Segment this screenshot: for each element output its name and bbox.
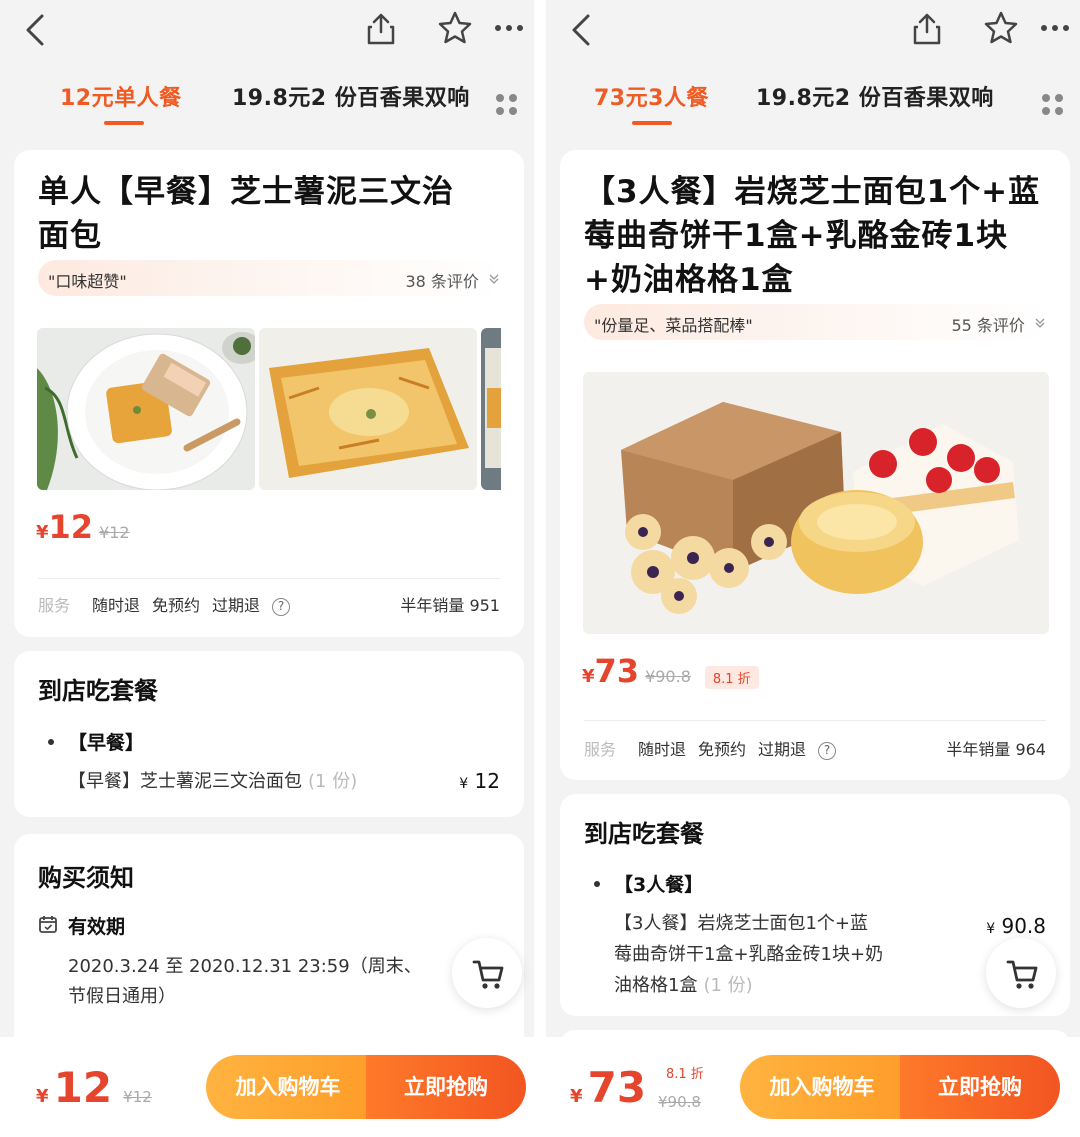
- review-count[interactable]: 55 条评价: [951, 312, 1046, 336]
- package-card: 到店吃套餐 【早餐】 【早餐】芝士薯泥三文治面包 (1 份) ¥ 12: [14, 651, 524, 817]
- currency-symbol: ¥: [36, 522, 49, 543]
- bottom-bar: ¥ 73 8.1 折 ¥90.8 加入购物车 立即抢购: [546, 1037, 1080, 1137]
- package-item-price: ¥ 90.8: [986, 914, 1046, 938]
- tab-single-meal[interactable]: 12元单人餐: [60, 80, 182, 112]
- service-expiry-refund: 过期退: [212, 596, 261, 615]
- divider: [584, 720, 1046, 721]
- share-icon[interactable]: [910, 12, 944, 46]
- validity-label: 有效期: [68, 916, 126, 938]
- more-icon[interactable]: [1038, 14, 1072, 42]
- review-strip[interactable]: "口味超赞" 38 条评价: [38, 260, 502, 296]
- cart-icon: [1006, 960, 1038, 989]
- chevron-down-icon: [489, 274, 499, 284]
- calendar-icon: [39, 916, 57, 933]
- validity-text: 2020.3.24 至 2020.12.31 23:59（周末、 节假日通用）: [68, 956, 422, 1007]
- product-image-third[interactable]: [481, 328, 501, 490]
- package-item: 【早餐】芝士薯泥三文治面包 (1 份): [68, 771, 358, 792]
- back-icon[interactable]: [20, 12, 52, 48]
- product-card: 单人【早餐】芝士薯泥三文治 面包 "口味超赞" 38 条评价 ¥12 ¥12 服…: [14, 150, 524, 637]
- section-title: 到店吃套餐: [584, 820, 704, 848]
- right-screen: 73元3人餐 19.8元2 份百香果双响 【3人餐】岩烧芝士面包1个+蓝 莓曲奇…: [546, 0, 1080, 1137]
- floating-cart-button[interactable]: [452, 938, 522, 1008]
- currency-symbol: ¥: [582, 666, 595, 687]
- back-icon[interactable]: [566, 12, 598, 48]
- chevron-down-icon: [1035, 318, 1045, 328]
- tab-passion-fruit[interactable]: 19.8元2 份百香果双响: [756, 80, 1020, 112]
- price-row: ¥73 ¥90.8 8.1 折: [582, 652, 759, 690]
- discount-badge: 8.1 折: [704, 666, 759, 689]
- current-price: 12: [48, 508, 94, 546]
- top-bar: 73元3人餐 19.8元2 份百香果双响: [546, 0, 1080, 130]
- tab-3-person-meal[interactable]: 73元3人餐: [594, 80, 709, 112]
- bullet: [48, 739, 54, 745]
- active-tab-indicator: [632, 121, 672, 125]
- package-item-price: ¥ 12: [459, 769, 500, 793]
- service-anytime-refund: 随时退: [638, 740, 687, 759]
- service-row[interactable]: 服务 随时退 免预约 过期退? 半年销量 964: [584, 736, 1046, 760]
- help-circle-icon[interactable]: ?: [818, 742, 837, 760]
- more-icon[interactable]: [492, 14, 526, 42]
- review-count[interactable]: 38 条评价: [405, 268, 500, 292]
- notice-card: 购买须知 有效期 2020.3.24 至 2020.12.31 23:59（周末…: [14, 834, 524, 1054]
- review-quote: "份量足、菜品搭配棒": [594, 316, 753, 335]
- top-bar: 12元单人餐 19.8元2 份百香果双响: [0, 0, 534, 130]
- review-strip[interactable]: "份量足、菜品搭配棒" 55 条评价: [584, 304, 1048, 340]
- buy-now-button[interactable]: 立即抢购: [900, 1055, 1060, 1119]
- bottom-price: ¥ 12 ¥12: [36, 1063, 152, 1112]
- add-to-cart-button[interactable]: 加入购物车: [206, 1055, 370, 1119]
- package-item-qty: (1 份): [308, 771, 358, 792]
- screen-divider: [534, 0, 546, 1137]
- bottom-discount: 8.1 折: [666, 1067, 704, 1082]
- review-quote: "口味超赞": [48, 272, 127, 291]
- service-no-reservation: 免预约: [698, 740, 747, 759]
- cart-icon: [472, 960, 504, 989]
- service-label: 服务: [584, 740, 617, 759]
- grid-icon[interactable]: [1042, 94, 1066, 118]
- share-icon[interactable]: [364, 12, 398, 46]
- bottom-original-price: ¥90.8: [658, 1093, 701, 1111]
- product-title: 单人【早餐】芝士薯泥三文治 面包: [38, 174, 454, 254]
- package-group-name: 【3人餐】: [614, 874, 704, 896]
- service-expiry-refund: 过期退: [758, 740, 807, 759]
- original-price: ¥90.8: [645, 667, 691, 686]
- product-card: 【3人餐】岩烧芝士面包1个+蓝 莓曲奇饼干1盒+乳酪金砖1块 +奶油格格1盒 "…: [560, 150, 1070, 780]
- buy-now-button[interactable]: 立即抢购: [366, 1055, 526, 1119]
- sales-count: 半年销量 951: [400, 596, 500, 615]
- product-image-sandwich-plate[interactable]: [37, 328, 255, 490]
- add-to-cart-button[interactable]: 加入购物车: [740, 1055, 904, 1119]
- current-price: 73: [594, 652, 640, 690]
- service-label: 服务: [38, 596, 71, 615]
- service-row[interactable]: 服务 随时退 免预约 过期退? 半年销量 951: [38, 592, 500, 616]
- left-screen: 12元单人餐 19.8元2 份百香果双响 单人【早餐】芝士薯泥三文治 面包 "口…: [0, 0, 534, 1137]
- service-no-reservation: 免预约: [152, 596, 201, 615]
- help-circle-icon[interactable]: ?: [272, 598, 291, 616]
- product-title: 【3人餐】岩烧芝士面包1个+蓝 莓曲奇饼干1盒+乳酪金砖1块 +奶油格格1盒: [584, 174, 1041, 298]
- sales-count: 半年销量 964: [946, 740, 1046, 759]
- bottom-original-price: ¥12: [123, 1088, 152, 1106]
- grid-icon[interactable]: [496, 94, 520, 118]
- active-tab-indicator: [104, 121, 144, 125]
- star-icon[interactable]: [982, 10, 1020, 46]
- section-title: 到店吃套餐: [38, 677, 158, 705]
- price-row: ¥12 ¥12: [36, 508, 130, 546]
- package-item-qty: (1 份): [703, 975, 753, 996]
- package-group-name: 【早餐】: [68, 732, 145, 754]
- product-image-sandwich-closeup[interactable]: [259, 328, 477, 490]
- star-icon[interactable]: [436, 10, 474, 46]
- package-item: 【3人餐】岩烧芝士面包1个+蓝 莓曲奇饼干1盒+乳酪金砖1块+奶 油格格1盒 (1…: [614, 913, 884, 996]
- floating-cart-button[interactable]: [986, 938, 1056, 1008]
- section-title: 购买须知: [38, 864, 134, 892]
- tab-passion-fruit[interactable]: 19.8元2 份百香果双响: [232, 80, 472, 112]
- service-anytime-refund: 随时退: [92, 596, 141, 615]
- bottom-price: ¥ 73: [570, 1063, 647, 1112]
- product-image-bakery-set[interactable]: [583, 372, 1049, 634]
- divider: [38, 578, 500, 579]
- original-price: ¥12: [99, 523, 130, 542]
- bullet: [594, 881, 600, 887]
- bottom-bar: ¥ 12 ¥12 加入购物车 立即抢购: [0, 1037, 534, 1137]
